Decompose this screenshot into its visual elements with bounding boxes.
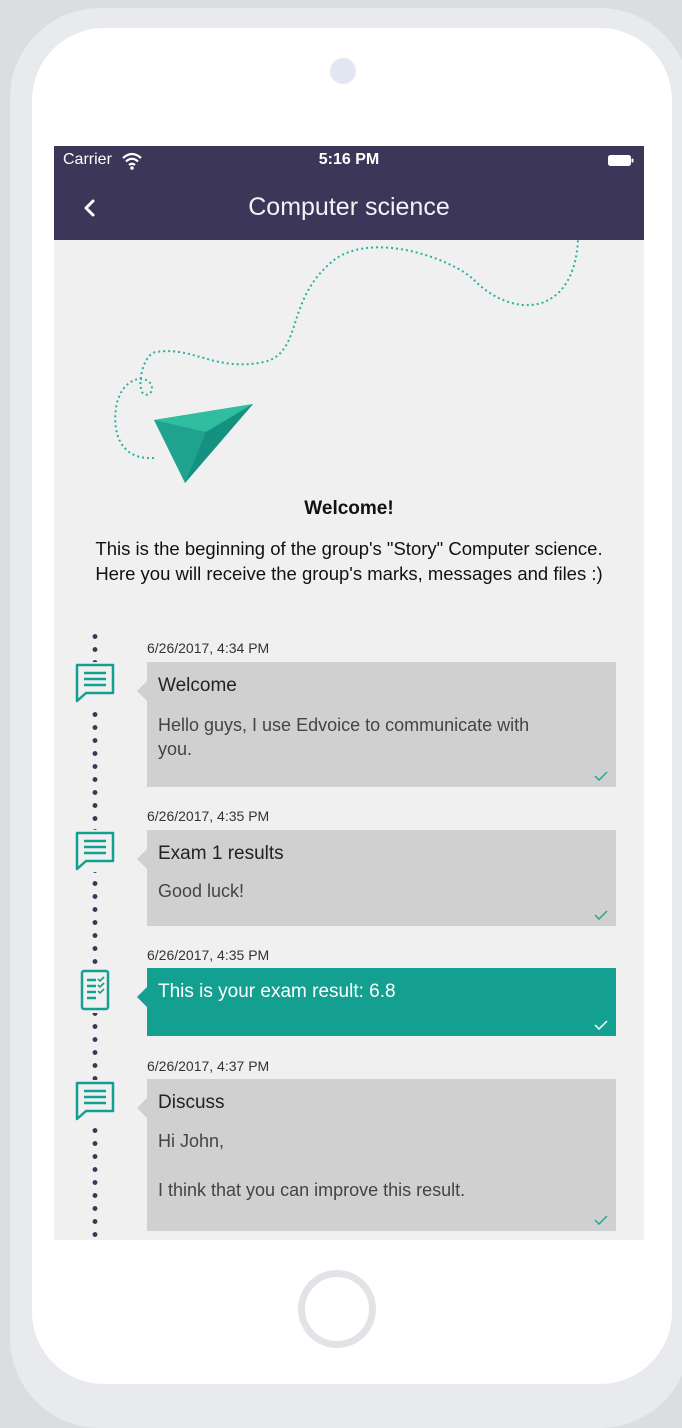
check-icon: [594, 1020, 608, 1030]
message-card[interactable]: Welcome Hello guys, I use Edvoice to com…: [137, 662, 616, 787]
timestamp: 6/26/2017, 4:37 PM: [147, 1058, 270, 1074]
message-card[interactable]: Exam 1 results Good luck!: [137, 830, 616, 926]
timestamp: 6/26/2017, 4:34 PM: [147, 640, 270, 656]
check-icon: [594, 910, 608, 920]
app-screen: Carrier 5:16 PM Computer science Welcome…: [54, 146, 644, 1240]
home-button[interactable]: [298, 1270, 376, 1348]
exam-result-card[interactable]: This is your exam result: 6.8: [137, 968, 616, 1036]
status-bar: Carrier 5:16 PM: [54, 146, 644, 176]
message-body: Hello guys, I use Edvoice to communicate…: [158, 713, 529, 761]
exam-result-text: This is your exam result: 6.8: [158, 981, 396, 1002]
status-time: 5:16 PM: [318, 151, 380, 168]
message-icon: [74, 1080, 116, 1122]
message-body-line: Hello guys, I use Edvoice to communicate…: [158, 715, 530, 735]
check-icon: [594, 1215, 608, 1225]
message-body: Good luck!: [158, 881, 245, 901]
checklist-icon: [80, 969, 110, 1013]
paper-plane-illustration: [114, 240, 579, 483]
battery-icon: [608, 155, 634, 166]
welcome-line-2: Here you will receive the group's marks,…: [95, 563, 603, 584]
timestamp: 6/26/2017, 4:35 PM: [147, 808, 270, 824]
message-body-line: I think that you can improve this result…: [158, 1180, 466, 1200]
welcome-line-1: This is the beginning of the group's "St…: [95, 538, 603, 559]
timeline-line: [92, 630, 98, 1240]
welcome-heading: Welcome!: [304, 498, 394, 519]
message-icon: [74, 662, 116, 704]
welcome-description: This is the beginning of the group's "St…: [64, 536, 634, 586]
message-body-line: Hi John,: [158, 1131, 225, 1151]
timestamp: 6/26/2017, 4:35 PM: [147, 947, 270, 963]
message-title: Welcome: [158, 675, 237, 696]
message-title: Discuss: [158, 1092, 225, 1113]
message-body-line: you.: [158, 739, 193, 759]
navigation-bar: Computer science: [54, 176, 644, 240]
message-icon: [74, 830, 116, 872]
check-icon: [594, 771, 608, 781]
camera-icon: [330, 58, 356, 84]
message-title: Exam 1 results: [158, 843, 284, 864]
message-card[interactable]: Discuss Hi John, I think that you can im…: [137, 1079, 616, 1231]
page-title: Computer science: [248, 193, 450, 221]
